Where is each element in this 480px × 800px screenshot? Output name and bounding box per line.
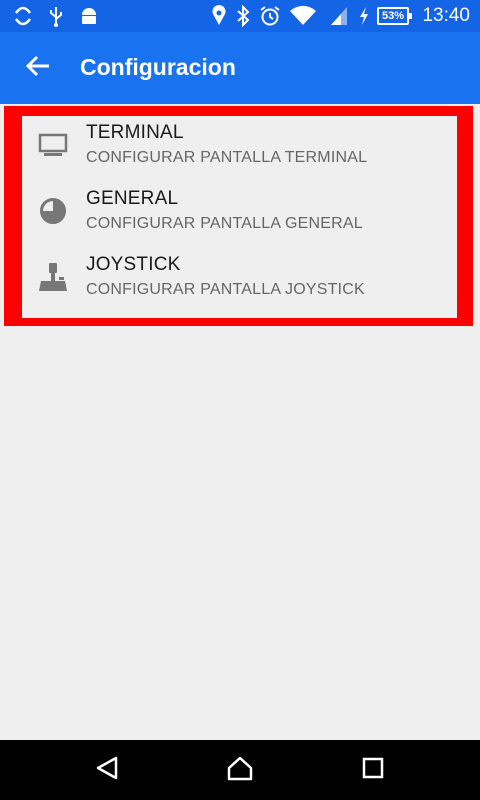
- monitor-icon: [36, 130, 70, 160]
- nav-home-button[interactable]: [210, 750, 270, 790]
- back-triangle-icon: [94, 755, 120, 786]
- charging-icon: [356, 4, 372, 28]
- settings-item-subtitle: CONFIGURAR PANTALLA TERMINAL: [86, 149, 368, 166]
- alarm-icon: [258, 4, 282, 28]
- navigation-bar: [0, 740, 480, 800]
- settings-item-title: TERMINAL: [86, 122, 184, 143]
- app-bar: Configuracion: [0, 32, 480, 104]
- clock: 13:40: [422, 5, 470, 26]
- battery-indicator: 53%: [377, 7, 412, 25]
- back-button[interactable]: [14, 44, 62, 92]
- settings-item-general[interactable]: GENERAL CONFIGURAR PANTALLA GENERAL: [0, 178, 480, 244]
- settings-list: TERMINAL CONFIGURAR PANTALLA TERMINAL GE…: [0, 112, 480, 310]
- signal-icon: [328, 4, 350, 28]
- settings-item-subtitle: CONFIGURAR PANTALLA JOYSTICK: [86, 281, 365, 298]
- settings-item-title: JOYSTICK: [86, 254, 181, 275]
- home-icon: [226, 755, 254, 786]
- wifi-icon: [288, 4, 318, 28]
- status-bar: 53% 13:40: [0, 0, 480, 32]
- location-icon: [210, 4, 228, 28]
- settings-item-joystick[interactable]: JOYSTICK CONFIGURAR PANTALLA JOYSTICK: [0, 244, 480, 310]
- back-arrow-icon: [25, 54, 51, 83]
- settings-item-subtitle: CONFIGURAR PANTALLA GENERAL: [86, 215, 363, 232]
- pie-chart-icon: [36, 196, 70, 226]
- android-icon: [78, 4, 100, 28]
- settings-item-terminal[interactable]: TERMINAL CONFIGURAR PANTALLA TERMINAL: [0, 112, 480, 178]
- usb-icon: [46, 4, 66, 28]
- nav-back-button[interactable]: [77, 750, 137, 790]
- nav-recents-button[interactable]: [343, 750, 403, 790]
- joystick-icon: [36, 262, 70, 292]
- settings-item-title: GENERAL: [86, 188, 179, 209]
- sync-icon: [10, 4, 36, 28]
- bluetooth-icon: [234, 4, 252, 28]
- page-title: Configuracion: [80, 54, 236, 80]
- recents-icon: [361, 756, 385, 785]
